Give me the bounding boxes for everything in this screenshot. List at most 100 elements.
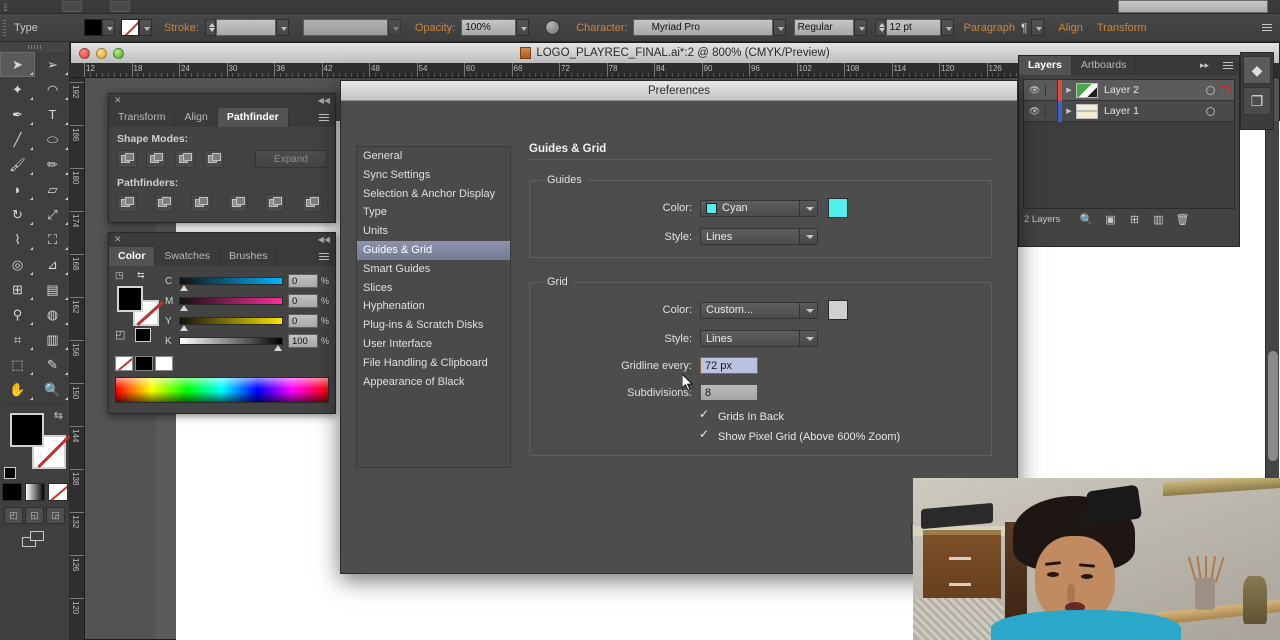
slice-tool[interactable]: ✎ <box>35 352 70 377</box>
opacity-label[interactable]: Opacity: <box>415 22 455 34</box>
layer-name[interactable]: Layer 1 <box>1104 105 1206 117</box>
control-bar-grip[interactable] <box>3 19 6 36</box>
tab-swatches[interactable]: Swatches <box>155 247 220 266</box>
layers-dock-icon[interactable]: ◆ <box>1243 56 1271 84</box>
close-icon[interactable]: ✕ <box>114 96 122 105</box>
guides-color-preview[interactable] <box>828 198 848 218</box>
chevron-down-icon[interactable] <box>799 302 817 318</box>
unite-button[interactable] <box>117 150 137 168</box>
color-black-chip[interactable] <box>135 328 151 342</box>
artboard-tool[interactable]: ⬚ <box>0 352 35 377</box>
character-label[interactable]: Character: <box>576 22 627 34</box>
color-mode-none-icon[interactable] <box>47 483 68 501</box>
zoom-tool[interactable]: 🔍 <box>35 377 70 402</box>
close-window-button[interactable] <box>79 48 90 59</box>
exclude-button[interactable] <box>204 150 224 168</box>
table-row[interactable]: 👁 ▶ Layer 2 <box>1024 79 1234 101</box>
fill-color-swatch[interactable] <box>84 19 102 36</box>
change-screen-mode-icon[interactable] <box>21 531 48 549</box>
opacity-dropdown[interactable] <box>516 19 530 36</box>
chevron-down-icon[interactable] <box>799 229 817 244</box>
free-transform-tool[interactable]: ⛶ <box>35 227 70 252</box>
blob-brush-tool[interactable]: ◗ <box>0 177 35 202</box>
guides-style-select[interactable]: Lines <box>700 228 818 245</box>
collapse-icon[interactable]: ◀◀ <box>318 96 330 105</box>
font-size-field[interactable]: 12 pt <box>885 19 941 36</box>
gradient-tool[interactable]: ▤ <box>35 277 70 302</box>
chevron-down-icon[interactable] <box>799 331 817 346</box>
blend-tool[interactable]: ◍ <box>35 302 70 327</box>
color-panel-menu-icon[interactable] <box>317 251 331 263</box>
grid-color-preview[interactable] <box>828 300 848 320</box>
paragraph-align-icon[interactable]: ¶ <box>1021 21 1027 35</box>
merge-button[interactable] <box>191 194 211 212</box>
gridline-every-input[interactable]: 72 px <box>700 357 758 374</box>
chip-white[interactable] <box>155 356 173 371</box>
nav-item-type[interactable]: Type <box>357 203 510 222</box>
stroke-weight-dropdown[interactable] <box>275 19 289 36</box>
channel-value-c[interactable]: 0 <box>287 274 318 288</box>
nav-item-slices[interactable]: Slices <box>357 279 510 298</box>
grid-color-select[interactable]: Custom... <box>700 301 818 319</box>
tab-layers[interactable]: Layers <box>1019 56 1072 75</box>
align-label[interactable]: Align <box>1058 22 1082 34</box>
layer-lock-cell[interactable] <box>1046 79 1058 101</box>
channel-track-k[interactable] <box>179 337 283 351</box>
nav-item-user-interface[interactable]: User Interface <box>357 335 510 354</box>
nav-item-units[interactable]: Units <box>357 222 510 241</box>
recolor-artwork-icon[interactable] <box>545 20 561 35</box>
strip-grip-handle[interactable] <box>4 3 7 11</box>
pencil-tool[interactable]: ✏ <box>35 152 70 177</box>
column-graph-tool[interactable]: ▥ <box>35 327 70 352</box>
layer-target-icon[interactable] <box>1206 106 1215 116</box>
crop-button[interactable] <box>228 194 248 212</box>
font-family-dropdown[interactable] <box>772 19 786 36</box>
eraser-tool[interactable]: ▱ <box>35 177 70 202</box>
color-spectrum-bar[interactable] <box>115 377 329 403</box>
chevron-right-icon[interactable]: ▶ <box>1062 86 1076 94</box>
tab-pathfinder[interactable]: Pathfinder <box>217 108 289 127</box>
color-swap-icon[interactable]: ⇆ <box>137 270 145 281</box>
create-new-layer-icon[interactable]: ▥ <box>1146 213 1170 226</box>
show-pixel-grid-checkbox[interactable] <box>699 427 711 443</box>
eyedropper-tool[interactable]: ⚲ <box>0 302 35 327</box>
font-size-dropdown[interactable] <box>940 19 954 36</box>
color-mode-gradient-icon[interactable] <box>24 483 45 501</box>
channel-track-c[interactable] <box>179 277 283 291</box>
layers-panel-menu-icon[interactable] <box>1221 60 1235 72</box>
font-style-field[interactable]: Regular <box>793 19 854 36</box>
shape-builder-tool[interactable]: ◎ <box>0 252 35 277</box>
screen-mode-button[interactable] <box>0 531 69 549</box>
fill-dropdown-arrow[interactable] <box>102 19 115 36</box>
nav-item-hyphenation[interactable]: Hyphenation <box>357 297 510 316</box>
layers-collapse-icon[interactable]: ▸▸ <box>1200 60 1209 71</box>
intersect-button[interactable] <box>175 150 195 168</box>
color-fill-indicator-icon[interactable]: ◳ <box>115 270 124 281</box>
chip-none[interactable] <box>115 356 133 371</box>
color-panel-header[interactable]: ✕ ◀◀ <box>109 233 335 247</box>
swap-fill-stroke-icon[interactable]: ⇆ <box>54 409 63 422</box>
channel-value-y[interactable]: 0 <box>287 314 318 328</box>
tab-color[interactable]: Color <box>109 247 156 266</box>
maximize-window-button[interactable] <box>113 48 124 59</box>
stroke-weight-stepper[interactable] <box>204 19 216 36</box>
pen-tool[interactable]: ✒ <box>0 102 35 127</box>
ellipse-tool[interactable]: ⬭ <box>35 127 70 152</box>
type-tool[interactable]: T <box>35 102 70 127</box>
channel-track-m[interactable] <box>179 297 283 311</box>
pathfinder-panel-header[interactable]: ✕ ◀◀ <box>109 94 335 108</box>
rotate-tool[interactable]: ↻ <box>0 202 35 227</box>
nav-item-appearance-of-black[interactable]: Appearance of Black <box>357 373 510 392</box>
stroke-weight-field[interactable] <box>215 19 276 36</box>
scale-tool[interactable]: ⤢ <box>35 202 70 227</box>
lasso-tool[interactable]: ◠ <box>35 77 70 102</box>
line-segment-tool[interactable]: ╱ <box>0 127 35 152</box>
strip-swatch-a[interactable] <box>62 1 82 12</box>
layer-visibility-icon[interactable]: 👁 <box>1024 84 1046 96</box>
default-fill-stroke-icon[interactable] <box>4 467 16 479</box>
chip-black[interactable] <box>135 356 153 371</box>
color-mode-solid-icon[interactable] <box>1 483 22 501</box>
show-pixel-grid-row[interactable]: Show Pixel Grid (Above 600% Zoom) <box>699 427 981 444</box>
grids-in-back-row[interactable]: Grids In Back <box>699 407 981 424</box>
perspective-grid-tool[interactable]: ⊿ <box>35 252 70 277</box>
